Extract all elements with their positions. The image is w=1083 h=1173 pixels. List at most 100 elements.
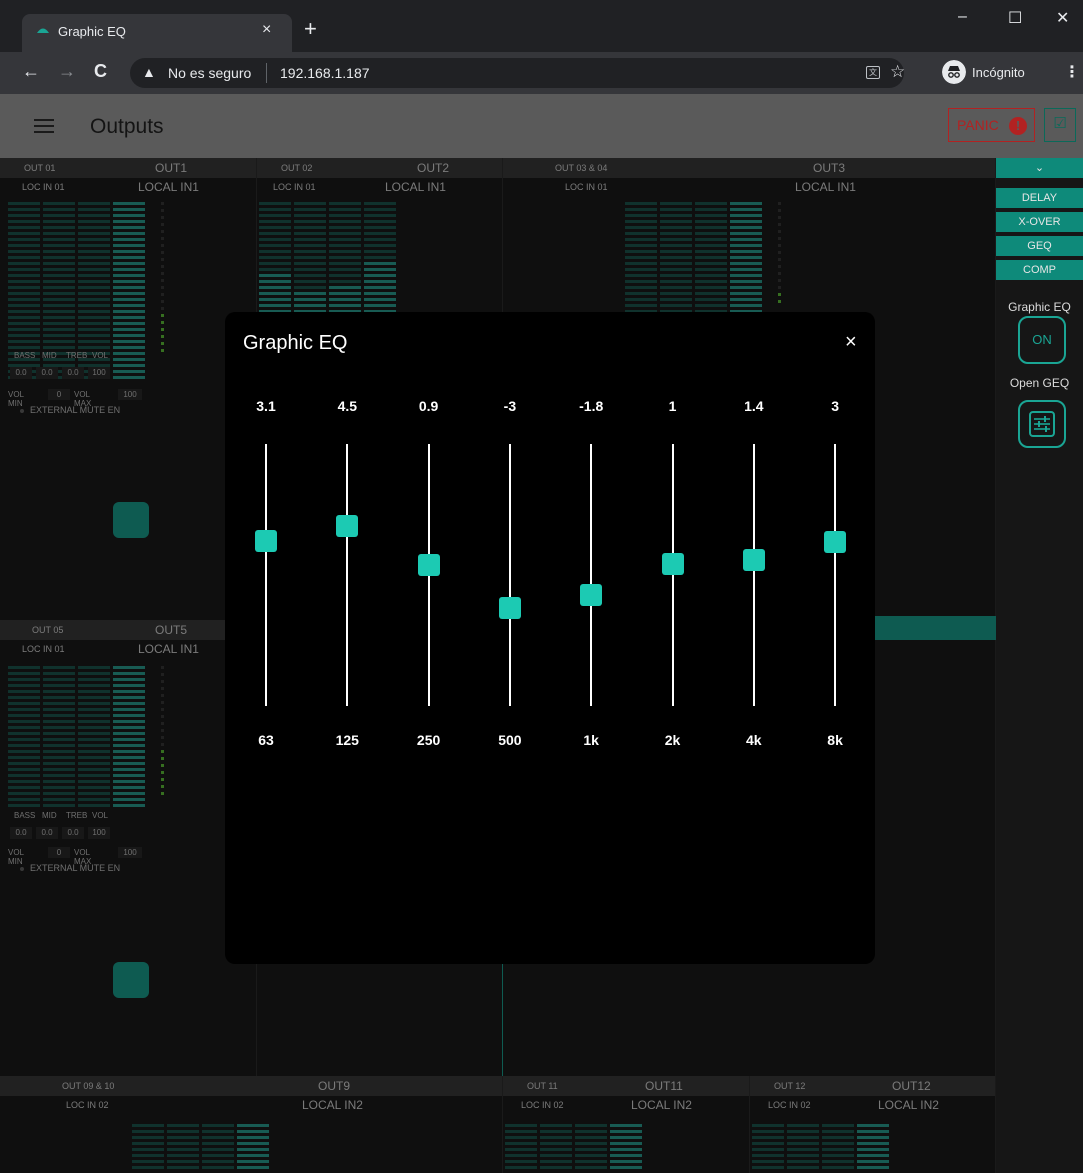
address-bar[interactable]: ▲ No es seguro 192.168.1.187 文 ☆ (130, 58, 905, 88)
band-slider-track[interactable] (752, 444, 755, 706)
minimize-icon[interactable]: – (958, 8, 967, 26)
strip-name: OUT2 (417, 161, 450, 175)
vol-label: VOL (92, 351, 109, 360)
band-slider-thumb[interactable] (661, 553, 684, 576)
band-slider-thumb[interactable] (824, 531, 847, 554)
strip-source[interactable]: LOC IN 02 LOCAL IN2 (503, 1096, 749, 1114)
bass-value[interactable]: 0.0 (10, 367, 32, 379)
band-gain-value: 4.5 (337, 398, 358, 414)
vol-min-value[interactable]: 0 (48, 389, 70, 400)
confirm-checkbox-icon[interactable]: ☑ (1044, 108, 1076, 142)
maximize-icon[interactable]: ☐ (1008, 8, 1022, 28)
band-slider-track[interactable] (346, 444, 349, 706)
band-slider-track[interactable] (508, 444, 511, 706)
collapse-chevron-icon[interactable]: ⌄ (996, 158, 1083, 178)
warning-icon[interactable]: ▲ (142, 64, 156, 80)
mute-button[interactable] (113, 502, 149, 538)
eq-band: 3 8k (805, 312, 865, 772)
bookmark-star-icon[interactable]: ☆ (890, 62, 905, 82)
strip-code: OUT 03 & 04 (555, 163, 608, 173)
strip-header[interactable]: OUT 09 & 10 OUT9 (0, 1076, 502, 1096)
geq-on-toggle[interactable]: ON (1018, 316, 1066, 364)
strip-header[interactable]: OUT 01 OUT1 (0, 158, 256, 178)
browser-tab[interactable]: Graphic EQ × (22, 14, 292, 52)
eq-band: 0.9 250 (399, 312, 459, 772)
bass-value[interactable]: 0.0 (10, 827, 32, 839)
band-slider-thumb[interactable] (336, 514, 359, 537)
strip-header[interactable]: OUT 05 OUT5 (0, 620, 256, 640)
source-name: LOCAL IN1 (138, 180, 199, 194)
strip-header[interactable]: OUT 02 OUT2 (257, 158, 502, 178)
forward-icon[interactable]: → (58, 61, 76, 82)
panic-button[interactable]: PANIC ! (948, 108, 1035, 142)
screen: Graphic EQ × + – ☐ ✕ ← → C ▲ No es segur… (0, 0, 1083, 1173)
vol-value[interactable]: 100 (88, 827, 110, 839)
meter-column (329, 202, 361, 322)
vol-min-value[interactable]: 0 (48, 847, 70, 858)
delay-button[interactable]: DELAY (996, 188, 1083, 208)
translate-icon[interactable]: 文 (866, 66, 880, 79)
sliders-icon (1029, 411, 1055, 437)
strip-source[interactable]: LOC IN 01 LOCAL IN1 (0, 178, 256, 196)
vol-max-value[interactable]: 100 (118, 847, 142, 858)
external-mute-toggle[interactable]: EXTERNAL MUTE EN (19, 863, 120, 873)
band-slider-thumb[interactable] (255, 530, 277, 553)
strip-source[interactable]: LOC IN 02 LOCAL IN2 (0, 1096, 502, 1114)
panic-label: PANIC (957, 117, 999, 133)
geq-button[interactable]: GEQ (996, 236, 1083, 256)
hamburger-menu-icon[interactable] (34, 119, 54, 134)
strip-source[interactable]: LOC IN 01 LOCAL IN1 (257, 178, 502, 196)
source-name: LOCAL IN2 (631, 1098, 692, 1112)
vol-max-value[interactable]: 100 (118, 389, 142, 400)
band-slider-track[interactable] (590, 444, 593, 706)
eq-band: -1.8 1k (561, 312, 621, 772)
window-close-icon[interactable]: ✕ (1056, 8, 1069, 28)
band-slider-thumb[interactable] (742, 548, 765, 571)
meter-column (787, 1124, 819, 1172)
reload-icon[interactable]: C (94, 61, 107, 82)
mid-value[interactable]: 0.0 (36, 367, 58, 379)
vol-value[interactable]: 100 (88, 367, 110, 379)
open-geq-button[interactable] (1018, 400, 1066, 448)
treb-value[interactable]: 0.0 (62, 827, 84, 839)
external-mute-toggle[interactable]: EXTERNAL MUTE EN (19, 405, 120, 415)
strip-name: OUT1 (155, 161, 188, 175)
meter-column (43, 666, 75, 810)
mid-value[interactable]: 0.0 (36, 827, 58, 839)
treb-value[interactable]: 0.0 (62, 367, 84, 379)
strip-code: OUT 09 & 10 (62, 1081, 115, 1091)
source-name: LOCAL IN2 (878, 1098, 939, 1112)
url-text[interactable]: 192.168.1.187 (280, 65, 370, 81)
strip-code: OUT 11 (527, 1081, 558, 1091)
strip-header[interactable]: OUT 03 & 04 OUT3 (503, 158, 995, 178)
band-gain-value: 0.9 (418, 398, 439, 414)
back-icon[interactable]: ← (22, 61, 40, 82)
band-slider-thumb[interactable] (498, 596, 521, 619)
meter-column (132, 1124, 164, 1172)
band-gain-value: 3.1 (256, 398, 276, 414)
band-slider-thumb[interactable] (580, 583, 603, 606)
band-slider-thumb[interactable] (417, 554, 440, 577)
source-code: LOC IN 01 (22, 644, 65, 654)
strip-header[interactable]: OUT 12 OUT12 (750, 1076, 995, 1096)
x-over-button[interactable]: X-OVER (996, 212, 1083, 232)
strip-header[interactable]: OUT 11 OUT11 (503, 1076, 749, 1096)
security-status[interactable]: No es seguro (168, 65, 251, 81)
strip-source[interactable]: LOC IN 02 LOCAL IN2 (750, 1096, 995, 1114)
strip-source[interactable]: LOC IN 01 LOCAL IN1 (0, 640, 256, 658)
browser-menu-icon[interactable]: ⋮ (1064, 62, 1080, 82)
comp-button[interactable]: COMP (996, 260, 1083, 280)
source-code: LOC IN 01 (565, 182, 608, 192)
output-strip: OUT 12 OUT12 LOC IN 02 LOCAL IN2 (750, 1076, 996, 1173)
tab-close-icon[interactable]: × (262, 21, 271, 39)
new-tab-icon[interactable]: + (304, 18, 317, 40)
band-slider-track[interactable] (265, 444, 267, 706)
band-slider-track[interactable] (834, 444, 837, 706)
strip-source[interactable]: LOC IN 01 LOCAL IN1 (503, 178, 995, 196)
mute-button[interactable] (113, 962, 149, 998)
selection-bar (874, 616, 996, 640)
meter-column (113, 202, 145, 382)
eq-band: -3 500 (480, 312, 540, 772)
side-panel: ⌄ DELAY X-OVER GEQ COMP Graphic EQ ON Op… (996, 158, 1083, 1173)
source-name: LOCAL IN1 (795, 180, 856, 194)
